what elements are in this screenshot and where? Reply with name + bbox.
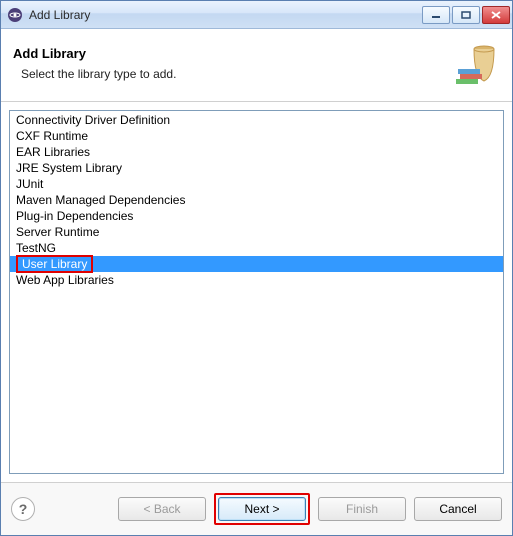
list-item[interactable]: Plug-in Dependencies xyxy=(10,208,503,224)
list-item[interactable]: Connectivity Driver Definition xyxy=(10,112,503,128)
list-item[interactable]: TestNG xyxy=(10,240,503,256)
list-item[interactable]: Server Runtime xyxy=(10,224,503,240)
cancel-button[interactable]: Cancel xyxy=(414,497,502,521)
help-button[interactable]: ? xyxy=(11,497,35,521)
dialog-window: Add Library Add Library Select the libra… xyxy=(0,0,513,536)
finish-button[interactable]: Finish xyxy=(318,497,406,521)
banner-text: Add Library Select the library type to a… xyxy=(13,46,452,81)
next-button-highlight: Next > xyxy=(214,493,310,525)
selected-item-highlight: User Library xyxy=(16,255,93,273)
window-title: Add Library xyxy=(29,8,422,22)
banner: Add Library Select the library type to a… xyxy=(1,29,512,102)
library-type-list[interactable]: Connectivity Driver DefinitionCXF Runtim… xyxy=(9,110,504,474)
list-item[interactable]: Web App Libraries xyxy=(10,272,503,288)
eclipse-icon xyxy=(7,7,23,23)
list-item[interactable]: Maven Managed Dependencies xyxy=(10,192,503,208)
list-item[interactable]: CXF Runtime xyxy=(10,128,503,144)
banner-title: Add Library xyxy=(13,46,452,61)
minimize-button[interactable] xyxy=(422,6,450,24)
close-button[interactable] xyxy=(482,6,510,24)
next-button[interactable]: Next > xyxy=(218,497,306,521)
back-button[interactable]: < Back xyxy=(118,497,206,521)
titlebar: Add Library xyxy=(1,1,512,29)
list-item[interactable]: JRE System Library xyxy=(10,160,503,176)
banner-subtitle: Select the library type to add. xyxy=(21,67,452,81)
window-controls xyxy=(422,6,510,24)
list-item[interactable]: User Library xyxy=(10,256,503,272)
list-item[interactable]: EAR Libraries xyxy=(10,144,503,160)
library-jar-icon xyxy=(452,39,500,87)
footer: ? < Back Next > Finish Cancel xyxy=(1,482,512,535)
list-item[interactable]: JUnit xyxy=(10,176,503,192)
maximize-button[interactable] xyxy=(452,6,480,24)
content-area: Connectivity Driver DefinitionCXF Runtim… xyxy=(1,102,512,482)
